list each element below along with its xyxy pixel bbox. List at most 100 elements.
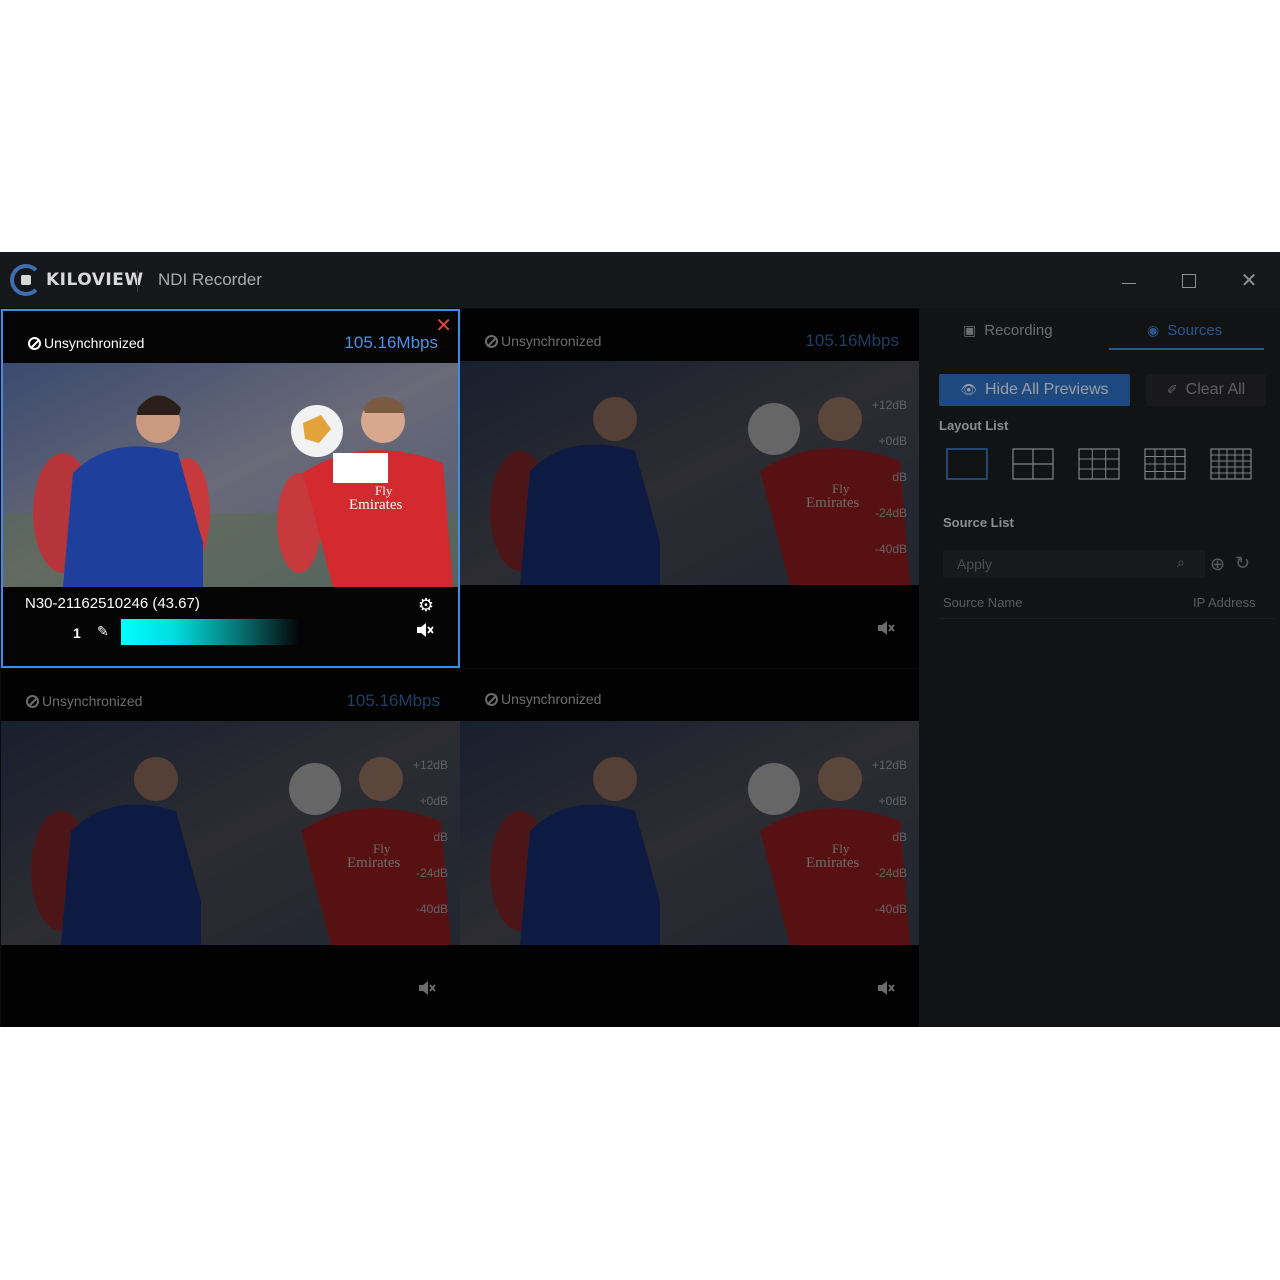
source-name: N30-21162510246 (43.67)	[25, 595, 200, 612]
unsynchronized-icon	[28, 336, 41, 350]
video-preview[interactable]: Fly Emirates +12dB +0dB dB -24dB -40dB	[1, 721, 460, 945]
bitrate: 105.16Mbps	[805, 331, 899, 350]
svg-text:Emirates: Emirates	[806, 495, 859, 511]
preview-cell-4[interactable]: Unsynchronized Fly Emirates +12dB +0dB d…	[460, 669, 919, 1027]
sync-status: Unsynchronized	[485, 691, 601, 707]
db-mark: dB	[892, 830, 907, 844]
active-tab-indicator	[1109, 348, 1264, 350]
db-mark: -24dB	[874, 506, 907, 520]
layout-1x1-button[interactable]	[946, 448, 988, 480]
layout-2x2-icon	[1012, 448, 1054, 480]
hide-all-previews-button[interactable]: 👁 Hide All Previews	[939, 374, 1130, 406]
mute-icon[interactable]	[418, 980, 436, 996]
db-mark: +0dB	[878, 434, 907, 448]
layout-5x5-button[interactable]	[1210, 448, 1252, 480]
refresh-icon[interactable]: ↻	[1235, 553, 1250, 574]
db-mark: -40dB	[874, 542, 907, 556]
source-search-input[interactable]	[943, 550, 1205, 578]
db-mark: -40dB	[415, 902, 448, 916]
audio-db-scale: +12dB +0dB dB -24dB -40dB	[872, 387, 907, 567]
clear-all-button[interactable]: ✐ Clear All	[1146, 374, 1266, 406]
layout-2x2-button[interactable]	[1012, 448, 1054, 480]
tab-label: Recording	[984, 322, 1053, 339]
tab-sources[interactable]: ◉ Sources	[1147, 322, 1222, 339]
layout-4x4-button[interactable]	[1144, 448, 1186, 480]
mute-icon[interactable]	[877, 620, 895, 636]
db-mark: +12dB	[871, 398, 907, 412]
layout-5x5-icon	[1210, 448, 1252, 480]
soccer-match-image: Fly Emirates	[460, 721, 919, 945]
tab-recording[interactable]: ▣ Recording	[963, 322, 1053, 339]
sync-status: Unsynchronized	[28, 335, 144, 351]
audio-db-scale: +12dB +0dB dB -24dB -40dB	[413, 747, 448, 927]
layout-3x3-button[interactable]	[1078, 448, 1120, 480]
sources-icon: ◉	[1147, 322, 1160, 338]
db-mark: +0dB	[878, 794, 907, 808]
add-source-icon[interactable]: ⊕	[1210, 554, 1225, 575]
sync-status-label: Unsynchronized	[501, 691, 602, 707]
soccer-match-image: Fly Emirates	[1, 721, 460, 945]
close-button[interactable]: ✕	[1234, 266, 1264, 296]
preview-header: Unsynchronized	[460, 669, 919, 721]
db-mark: -24dB	[874, 866, 907, 880]
edit-icon[interactable]: ✎	[97, 623, 109, 640]
kiloview-logo: KILOVIEW	[10, 262, 144, 298]
preview-header: Unsynchronized 105.16Mbps	[460, 309, 919, 361]
brand-name: KILOVIEW	[46, 270, 144, 290]
maximize-button[interactable]	[1174, 266, 1204, 296]
column-source-name: Source Name	[943, 595, 1023, 610]
layout-1x1-icon	[946, 448, 988, 480]
preview-cell-2[interactable]: Unsynchronized 105.16Mbps Fly Emirates +…	[460, 309, 919, 668]
search-icon[interactable]: ⌕	[1177, 554, 1185, 571]
db-mark: dB	[433, 830, 448, 844]
video-preview[interactable]: Fly Emirates	[3, 363, 458, 587]
soccer-match-image: Fly Emirates	[460, 361, 919, 585]
db-mark: +12dB	[412, 758, 448, 772]
layout-3x3-icon	[1078, 448, 1120, 480]
minimize-icon	[1122, 282, 1136, 284]
unsynchronized-icon	[485, 334, 498, 348]
unsynchronized-icon	[485, 692, 498, 706]
preview-cell-1[interactable]: Unsynchronized 105.16Mbps ✕ Fly Emirates…	[1, 309, 460, 668]
db-mark: +12dB	[871, 758, 907, 772]
title-divider	[137, 270, 138, 292]
unsynchronized-icon	[26, 694, 39, 708]
mute-icon[interactable]	[877, 980, 895, 996]
mute-icon[interactable]	[416, 622, 434, 638]
svg-text:Fly: Fly	[375, 483, 393, 498]
source-list-divider	[939, 618, 1274, 619]
preview-header: Unsynchronized 105.16Mbps	[1, 669, 460, 721]
button-label: Hide All Previews	[984, 381, 1109, 398]
sync-status-label: Unsynchronized	[501, 333, 602, 349]
sync-status: Unsynchronized	[26, 693, 142, 709]
minimize-button[interactable]	[1114, 266, 1144, 296]
audio-level-meter	[121, 619, 299, 645]
close-icon: ✕	[1240, 270, 1258, 292]
preview-header: Unsynchronized 105.16Mbps ✕	[3, 311, 458, 363]
svg-text:Fly: Fly	[832, 841, 850, 856]
sync-status: Unsynchronized	[485, 333, 601, 349]
panel-dim-overlay	[919, 308, 1280, 1027]
sources-panel: ▣ Recording ◉ Sources 👁 Hide All Preview…	[919, 308, 1280, 1027]
app-title: NDI Recorder	[158, 270, 262, 289]
preview-footer: N30-21162510246 (43.67) ⚙ 1 ✎	[3, 587, 458, 666]
ndi-recorder-window: KILOVIEW NDI Recorder ✕ Unsynchronized 1…	[0, 252, 1280, 1027]
close-preview-icon[interactable]: ✕	[435, 313, 452, 338]
video-preview[interactable]: Fly Emirates +12dB +0dB dB -24dB -40dB	[460, 361, 919, 585]
tab-label: Sources	[1167, 322, 1223, 339]
source-list-label: Source List	[943, 515, 1014, 530]
sync-status-label: Unsynchronized	[44, 335, 145, 351]
gear-icon[interactable]: ⚙	[418, 595, 434, 616]
maximize-icon	[1182, 274, 1196, 288]
preview-footer	[460, 945, 919, 1027]
db-mark: -40dB	[874, 902, 907, 916]
column-ip-address: IP Address	[1193, 595, 1256, 610]
db-mark: dB	[892, 470, 907, 484]
broom-icon: ✐	[1166, 382, 1178, 397]
svg-text:Emirates: Emirates	[806, 855, 859, 871]
video-preview[interactable]: Fly Emirates +12dB +0dB dB -24dB -40dB	[460, 721, 919, 945]
audio-db-scale: +12dB +0dB dB -24dB -40dB	[872, 747, 907, 927]
preview-cell-3[interactable]: Unsynchronized 105.16Mbps Fly Emirates +…	[1, 669, 460, 1027]
layout-list-label: Layout List	[939, 418, 1009, 433]
db-mark: -24dB	[415, 866, 448, 880]
